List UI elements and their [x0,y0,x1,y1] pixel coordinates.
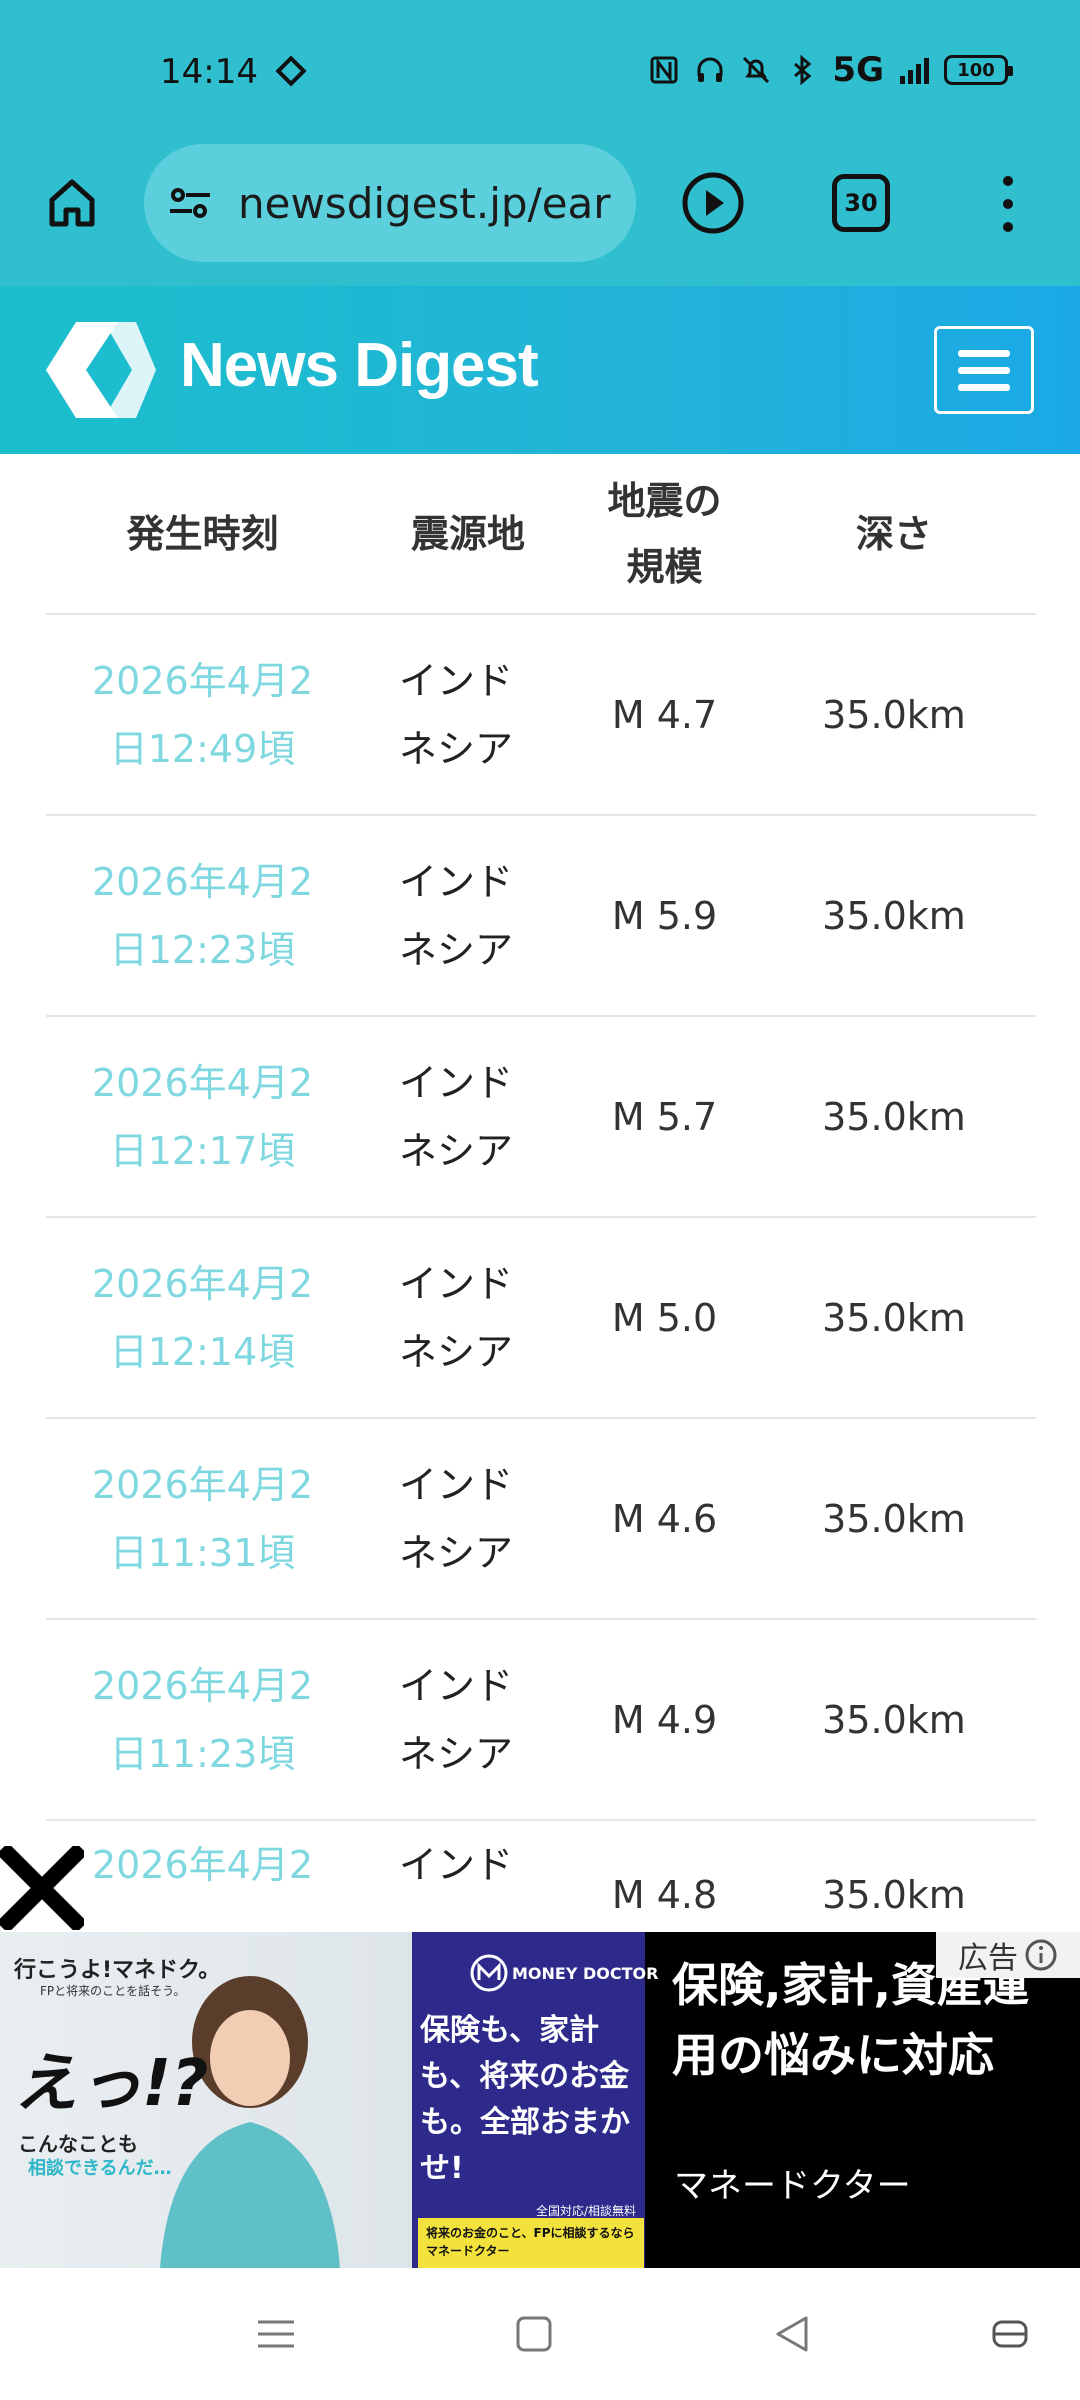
quake-depth: 35.0km [752,1217,1036,1419]
tab-switcher-button[interactable]: 30 [832,174,890,232]
quake-place: インドネシア [359,815,577,1017]
ad-sub-line: FPと将来のことを話そう。 [40,1984,186,1998]
header-magnitude: 地震の規模 [577,454,752,615]
quake-place: インドネシア [359,1619,577,1821]
location-diamond-icon [275,55,307,87]
header-place: 震源地 [359,454,577,615]
quake-time-link[interactable]: 2026年4月2日12:17頃 [46,1016,359,1218]
quake-time-link[interactable]: 2026年4月2日11:23頃 [46,1619,359,1821]
quake-place: インドネシア [359,1217,577,1419]
quake-place: インドネシア [359,1418,577,1620]
ad-label-text: 広告 [958,1941,1018,1976]
news-digest-logo-icon[interactable] [46,322,156,418]
quake-depth: 35.0km [752,815,1036,1017]
quake-time-link[interactable]: 2026年4月2日12:23頃 [46,815,359,1017]
status-icons: 5G 100 [648,50,1013,90]
earthquake-table: 発生時刻 震源地 地震の規模 深さ 2026年4月2日12:49頃 インドネシア… [46,454,1036,2022]
ad-tag: 全国対応/相談無料 [536,2204,637,2218]
quake-depth: 35.0km [752,614,1036,816]
ad-small-text-2: 相談できるんだ… [28,2158,172,2179]
ad-small-text-1: こんなことも [18,2132,138,2156]
ad-blue-copy: 保険も、家計も、将来のお金も。全部おまかせ! [420,2013,630,2186]
site-menu-button[interactable] [934,326,1034,414]
recents-menu-icon[interactable] [254,2312,298,2356]
site-settings-icon [170,188,210,218]
nfc-icon [650,56,678,84]
home-button[interactable] [40,170,104,234]
header-depth: 深さ [752,454,1036,615]
quake-depth: 35.0km [752,1016,1036,1218]
home-icon [49,179,95,227]
ad-advertiser[interactable]: マネードクター [674,2158,911,2207]
headphones-icon [697,57,723,82]
quake-magnitude: M 5.7 [577,1016,752,1218]
table-row[interactable]: 2026年4月2日12:14頃 インドネシア M 5.0 35.0km [46,1217,1036,1419]
table-row[interactable]: 2026年4月2日11:23頃 インドネシア M 4.9 35.0km [46,1619,1036,1821]
table-row[interactable]: 2026年4月2日12:49頃 インドネシア M 4.7 35.0km [46,614,1036,816]
signal-icon [900,58,929,84]
table-row[interactable]: 2026年4月2日12:17頃 インドネシア M 5.7 35.0km [46,1016,1036,1218]
quake-place: インドネシア [359,1016,577,1218]
close-ad-icon[interactable] [0,1846,84,1930]
quake-place: インドネシア [359,614,577,816]
bluetooth-icon [794,54,812,86]
ad-exclaim: えっ!? [14,2047,209,2121]
quake-magnitude: M 5.0 [577,1217,752,1419]
browser-menu-button[interactable] [990,172,1026,236]
back-triangle-icon[interactable] [770,2312,814,2356]
site-header: News Digest [0,286,1080,454]
money-doctor-logo-icon [470,1954,508,1992]
assistant-icon[interactable] [988,2312,1032,2356]
info-icon [1025,1939,1057,1971]
ad-brand-line: 行こうよ!マネドク。 [14,1958,221,1983]
quake-magnitude: M 4.9 [577,1619,752,1821]
battery-indicator: 100 [944,55,1013,85]
quake-magnitude: M 4.6 [577,1418,752,1620]
quake-magnitude: M 4.7 [577,614,752,816]
status-time: 14:14 [160,52,258,92]
quake-magnitude: M 5.9 [577,815,752,1017]
url-text: newsdigest.jp/ear [238,178,611,228]
address-bar[interactable]: newsdigest.jp/ear [144,144,636,262]
quake-depth: 35.0km [752,1619,1036,1821]
system-nav-bar [0,2268,1080,2400]
browser-toolbar: newsdigest.jp/ear 30 [0,140,1080,286]
header-time: 発生時刻 [46,454,359,615]
ad-label[interactable]: 広告 [936,1932,1080,1978]
quake-time-link[interactable]: 2026年4月2日12:49頃 [46,614,359,816]
ad-md-name: MONEY DOCTOR [512,1964,659,1983]
bell-muted-icon [743,56,770,84]
quake-time-link[interactable]: 2026年4月2日11:31頃 [46,1418,359,1620]
table-header-row: 発生時刻 震源地 地震の規模 深さ [46,454,1036,615]
table-row[interactable]: 2026年4月2日11:31頃 インドネシア M 4.6 35.0km [46,1418,1036,1620]
quake-depth: 35.0km [752,1418,1036,1620]
ad-yellow-strip: 将来のお金のこと、FPに相談するならマネードクター [418,2218,644,2268]
table-row[interactable]: 2026年4月2日12:23頃 インドネシア M 5.9 35.0km [46,815,1036,1017]
home-square-icon[interactable] [512,2312,556,2356]
quake-time-link[interactable]: 2026年4月2日12:14頃 [46,1217,359,1419]
site-logo-text[interactable]: News Digest [180,330,539,401]
status-bar: 14:14 5G 100 [0,0,1080,140]
ad-banner[interactable]: 行こうよ!マネドク。 FPと将来のことを話そう。 えっ!? こんなことも 相談で… [0,1932,1080,2268]
play-icon[interactable] [680,170,746,236]
network-5g: 5G [832,50,884,90]
